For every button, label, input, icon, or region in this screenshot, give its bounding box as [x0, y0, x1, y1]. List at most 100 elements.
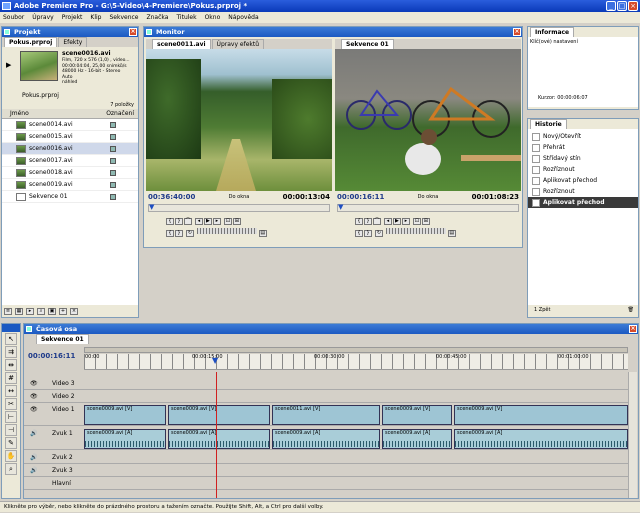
- video-clip[interactable]: scene0009.avi [V]: [168, 405, 270, 425]
- speaker-icon[interactable]: 🔊: [30, 467, 37, 474]
- tab-timeline-sequence[interactable]: Sekvence 01: [36, 334, 89, 344]
- panel-close-icon[interactable]: ×: [629, 325, 637, 333]
- speaker-icon[interactable]: 🔊: [30, 454, 37, 461]
- list-item[interactable]: scene0018.avi: [2, 167, 138, 179]
- tab-sequence[interactable]: Sekvence 01: [341, 39, 394, 49]
- play-preview-icon[interactable]: ▶: [6, 61, 11, 69]
- video-clip[interactable]: scene0009.avi [V]: [84, 405, 166, 425]
- minimize-icon[interactable]: _: [606, 1, 616, 11]
- video-clip[interactable]: scene0009.avi [V]: [382, 405, 452, 425]
- output-icon[interactable]: ▤: [447, 230, 456, 237]
- track-name[interactable]: Video 3: [26, 378, 106, 390]
- ripple-edit-tool-icon[interactable]: ⇹: [5, 359, 17, 371]
- new-bin-icon[interactable]: ▣: [48, 308, 56, 315]
- rolling-edit-tool-icon[interactable]: #: [5, 372, 17, 384]
- close-icon[interactable]: ×: [628, 1, 638, 11]
- program-timecode[interactable]: 00:00:16:11: [337, 193, 384, 201]
- slip-tool-icon[interactable]: ⊢: [5, 411, 17, 423]
- speaker-icon[interactable]: 🔊: [30, 430, 37, 437]
- menu-title[interactable]: Titulek: [176, 12, 196, 23]
- menu-window[interactable]: Okno: [205, 12, 221, 23]
- playhead-icon[interactable]: ▼: [149, 204, 155, 211]
- column-name-header[interactable]: Jméno: [10, 109, 29, 118]
- new-item-icon[interactable]: +: [59, 308, 67, 315]
- step-forward-icon[interactable]: ▸: [212, 218, 221, 225]
- set-out-icon[interactable]: }: [364, 218, 372, 225]
- play-icon[interactable]: ▶: [203, 218, 212, 225]
- history-item[interactable]: Aplikovat přechod: [528, 175, 638, 186]
- audio-clip[interactable]: scene0009.avi [A]: [84, 429, 166, 449]
- goto-in-icon[interactable]: {: [166, 230, 174, 237]
- audio-clip[interactable]: scene0009.avi [A]: [168, 429, 270, 449]
- slide-tool-icon[interactable]: ⊣: [5, 424, 17, 436]
- automate-icon[interactable]: ▸: [26, 308, 34, 315]
- tab-effect-controls[interactable]: Úpravy efektů: [211, 39, 265, 49]
- menu-file[interactable]: Soubor: [3, 12, 24, 23]
- jog-wheel[interactable]: [196, 228, 257, 234]
- panel-close-icon[interactable]: ×: [513, 28, 521, 36]
- menu-help[interactable]: Nápověda: [228, 12, 258, 23]
- step-forward-icon[interactable]: ▸: [401, 218, 410, 225]
- set-in-icon[interactable]: {: [166, 218, 174, 225]
- eye-icon[interactable]: 👁: [30, 393, 38, 400]
- list-item[interactable]: scene0019.avi: [2, 179, 138, 191]
- icon-view-icon[interactable]: ▦: [15, 308, 23, 315]
- play-icon[interactable]: ▶: [392, 218, 401, 225]
- maximize-icon[interactable]: □: [617, 1, 627, 11]
- playhead-icon[interactable]: ▼: [338, 204, 343, 211]
- selection-tool-icon[interactable]: ↖: [5, 333, 17, 345]
- overlay-icon[interactable]: ⊞: [232, 218, 241, 225]
- goto-out-icon[interactable]: }: [175, 230, 183, 237]
- history-item[interactable]: Přehrát: [528, 142, 638, 153]
- list-view-icon[interactable]: ≡: [4, 308, 12, 315]
- column-label-header[interactable]: Označení: [106, 109, 134, 118]
- menu-marker[interactable]: Značka: [147, 12, 169, 23]
- rate-stretch-tool-icon[interactable]: ↔: [5, 385, 17, 397]
- menu-edit[interactable]: Úpravy: [32, 12, 53, 23]
- track-select-tool-icon[interactable]: ⇉: [5, 346, 17, 358]
- delete-history-icon[interactable]: 🗑: [628, 305, 634, 315]
- list-item[interactable]: scene0014.avi: [2, 119, 138, 131]
- tab-history[interactable]: Historie: [530, 119, 567, 129]
- marker-icon[interactable]: ⌒: [373, 218, 381, 225]
- time-ruler[interactable]: 00:00 00:00:15:00 00:00:30:00 00:00:45:0…: [84, 354, 628, 370]
- goto-out-icon[interactable]: }: [364, 230, 372, 237]
- timeline-playhead-icon[interactable]: ▼: [212, 357, 218, 365]
- step-back-icon[interactable]: ◂: [383, 218, 392, 225]
- step-back-icon[interactable]: ◂: [194, 218, 203, 225]
- history-item[interactable]: Střídavý stín: [528, 153, 638, 164]
- marker-icon[interactable]: ⌒: [184, 218, 192, 225]
- list-item[interactable]: scene0016.avi: [2, 143, 138, 155]
- tab-project[interactable]: Pokus.prproj: [4, 37, 58, 47]
- set-out-icon[interactable]: }: [175, 218, 183, 225]
- menu-project[interactable]: Projekt: [62, 12, 83, 23]
- menu-clip[interactable]: Klip: [90, 12, 101, 23]
- timeline-scrollbar[interactable]: [628, 372, 637, 498]
- pen-tool-icon[interactable]: ✎: [5, 437, 17, 449]
- panel-close-icon[interactable]: ×: [129, 28, 137, 36]
- audio-clip[interactable]: scene0009.avi [A]: [382, 429, 452, 449]
- razor-tool-icon[interactable]: ✂: [5, 398, 17, 410]
- find-icon[interactable]: ⌕: [37, 308, 45, 315]
- video-clip[interactable]: scene0011.avi [V]: [272, 405, 380, 425]
- source-time-ruler[interactable]: ▼: [148, 204, 330, 212]
- loop-icon[interactable]: ↻: [374, 230, 383, 237]
- output-icon[interactable]: ▤: [258, 230, 267, 237]
- goto-in-icon[interactable]: {: [355, 230, 363, 237]
- fit-dropdown[interactable]: Do okna: [229, 194, 250, 200]
- history-item[interactable]: Rozříznout: [528, 186, 638, 197]
- track-name[interactable]: Zvuk 3: [26, 465, 106, 477]
- jog-wheel[interactable]: [385, 228, 446, 234]
- track-name[interactable]: Zvuk 2: [26, 452, 106, 464]
- tab-info[interactable]: Informace: [530, 27, 575, 37]
- track-name[interactable]: Video 2: [26, 391, 106, 403]
- track-name[interactable]: Hlavní: [26, 478, 106, 490]
- menu-sequence[interactable]: Sekvence: [109, 12, 138, 23]
- history-item-current[interactable]: Aplikovat přechod: [528, 197, 638, 208]
- video-clip[interactable]: scene0009.avi [V]: [454, 405, 628, 425]
- list-item[interactable]: scene0017.avi: [2, 155, 138, 167]
- zoom-tool-icon[interactable]: ⌕: [5, 463, 17, 475]
- insert-icon[interactable]: ⊡: [223, 218, 232, 225]
- loop-icon[interactable]: ↻: [185, 230, 194, 237]
- program-time-ruler[interactable]: ▼: [337, 204, 519, 212]
